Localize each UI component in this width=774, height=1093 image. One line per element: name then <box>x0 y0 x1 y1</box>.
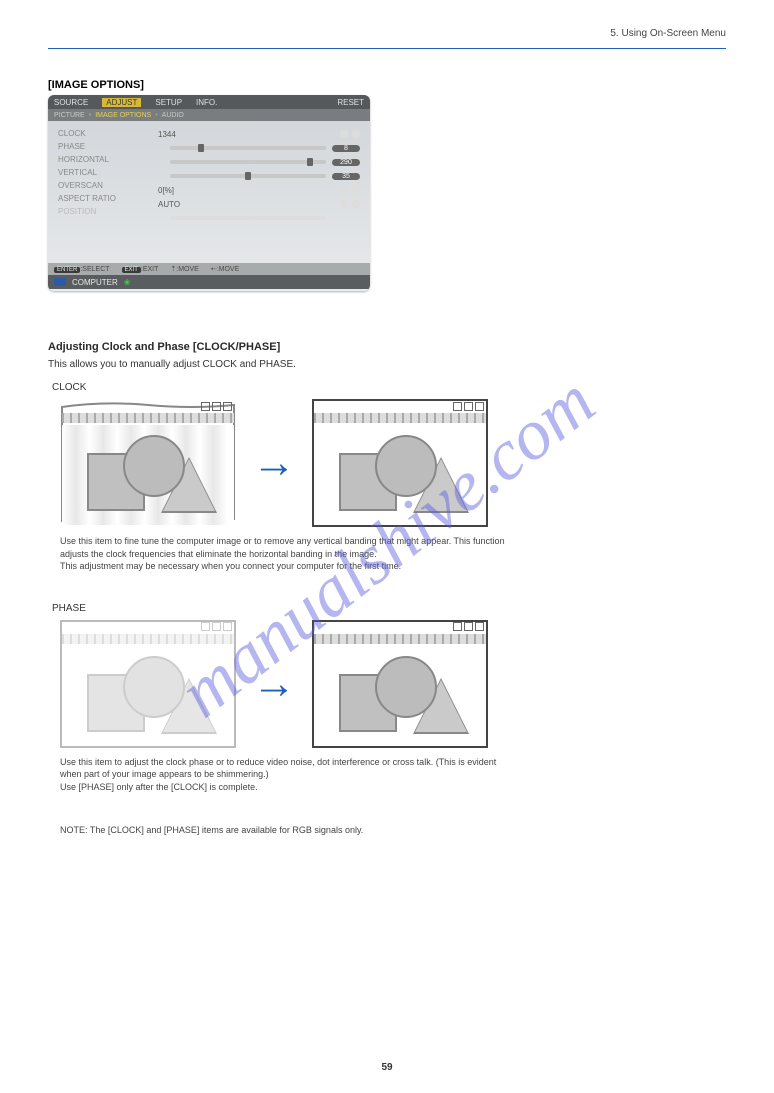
stepper-right-icon <box>352 130 360 138</box>
value-vertical: 35 <box>332 173 360 180</box>
page-number: 59 <box>0 1062 774 1073</box>
tab-setup: SETUP <box>155 98 182 107</box>
monitor-icon <box>54 278 66 286</box>
tab-source: SOURCE <box>54 98 88 107</box>
phase-desc-3: Use [PHASE] only after the [CLOCK] is co… <box>60 781 726 794</box>
value-aspect-ratio: AUTO <box>158 200 188 209</box>
subtab-picture: PICTURE <box>54 112 85 119</box>
label-overscan: OVERSCAN <box>58 181 158 190</box>
stepper-left-icon <box>340 130 348 138</box>
clock-label: CLOCK <box>52 382 726 393</box>
move-horizontal: ⇠:MOVE <box>211 265 239 273</box>
stepper-right-icon <box>352 186 360 194</box>
label-phase: PHASE <box>58 142 158 151</box>
value-phase: 8 <box>332 145 360 152</box>
select-label: :SELECT <box>80 266 109 273</box>
subtab-sep: • <box>155 112 157 119</box>
exit-chip: EXIT <box>122 267 141 273</box>
value-horizontal: 290 <box>332 159 360 166</box>
clock-phase-heading: Adjusting Clock and Phase [CLOCK/PHASE] <box>48 341 726 353</box>
stepper-left-icon <box>340 200 348 208</box>
slider-vertical <box>170 174 326 178</box>
phase-figure-row: → <box>60 620 726 748</box>
label-vertical: VERTICAL <box>58 168 158 177</box>
breadcrumb: 5. Using On-Screen Menu <box>610 28 726 39</box>
tab-info: INFO. <box>196 98 217 107</box>
section-title: [IMAGE OPTIONS] <box>48 79 726 91</box>
arrow-right-icon: → <box>252 662 296 706</box>
phase-label: PHASE <box>52 603 726 614</box>
enter-chip: ENTER <box>54 267 80 273</box>
clock-desc-3: This adjustment may be necessary when yo… <box>60 560 726 573</box>
clock-figure-row: → <box>60 399 726 527</box>
clock-desc-2: adjusts the clock frequencies that elimi… <box>60 548 726 561</box>
value-clock: 1344 <box>158 130 188 139</box>
slider-horizontal <box>170 160 326 164</box>
label-clock: CLOCK <box>58 129 158 138</box>
label-horizontal: HORIZONTAL <box>58 155 158 164</box>
label-position: POSITION <box>58 207 158 216</box>
value-overscan: 0[%] <box>158 186 188 195</box>
slider-position <box>170 216 326 220</box>
phase-desc-1: Use this item to adjust the clock phase … <box>60 756 726 769</box>
stepper-left-icon <box>340 186 348 194</box>
note-clock-phase: NOTE: The [CLOCK] and [PHASE] items are … <box>60 824 726 837</box>
clock-phase-subtitle: This allows you to manually adjust CLOCK… <box>48 359 726 370</box>
move-vertical: ⇡:MOVE <box>170 265 198 273</box>
subtab-audio: AUDIO <box>162 112 184 119</box>
exit-label: :EXIT <box>141 266 159 273</box>
tab-reset: RESET <box>337 98 364 107</box>
phase-after-figure <box>312 620 488 748</box>
divider <box>48 48 726 49</box>
arrow-right-icon: → <box>252 441 296 485</box>
osd-screenshot: SOURCE ADJUST SETUP INFO. RESET PICTURE … <box>48 95 370 291</box>
label-aspect-ratio: ASPECT RATIO <box>58 194 158 203</box>
computer-label: COMPUTER <box>72 278 118 287</box>
eco-icon: ❀ <box>124 278 131 287</box>
tab-adjust: ADJUST <box>102 98 141 107</box>
clock-desc-1: Use this item to fine tune the computer … <box>60 535 726 548</box>
subtab-sep: • <box>89 112 91 119</box>
subtab-image-options: IMAGE OPTIONS <box>95 112 151 119</box>
phase-desc-2: when part of your image appears to be sh… <box>60 768 726 781</box>
clock-after-figure <box>312 399 488 527</box>
clock-before-figure <box>60 399 236 527</box>
stepper-right-icon <box>352 200 360 208</box>
slider-phase <box>170 146 326 150</box>
phase-before-figure <box>60 620 236 748</box>
